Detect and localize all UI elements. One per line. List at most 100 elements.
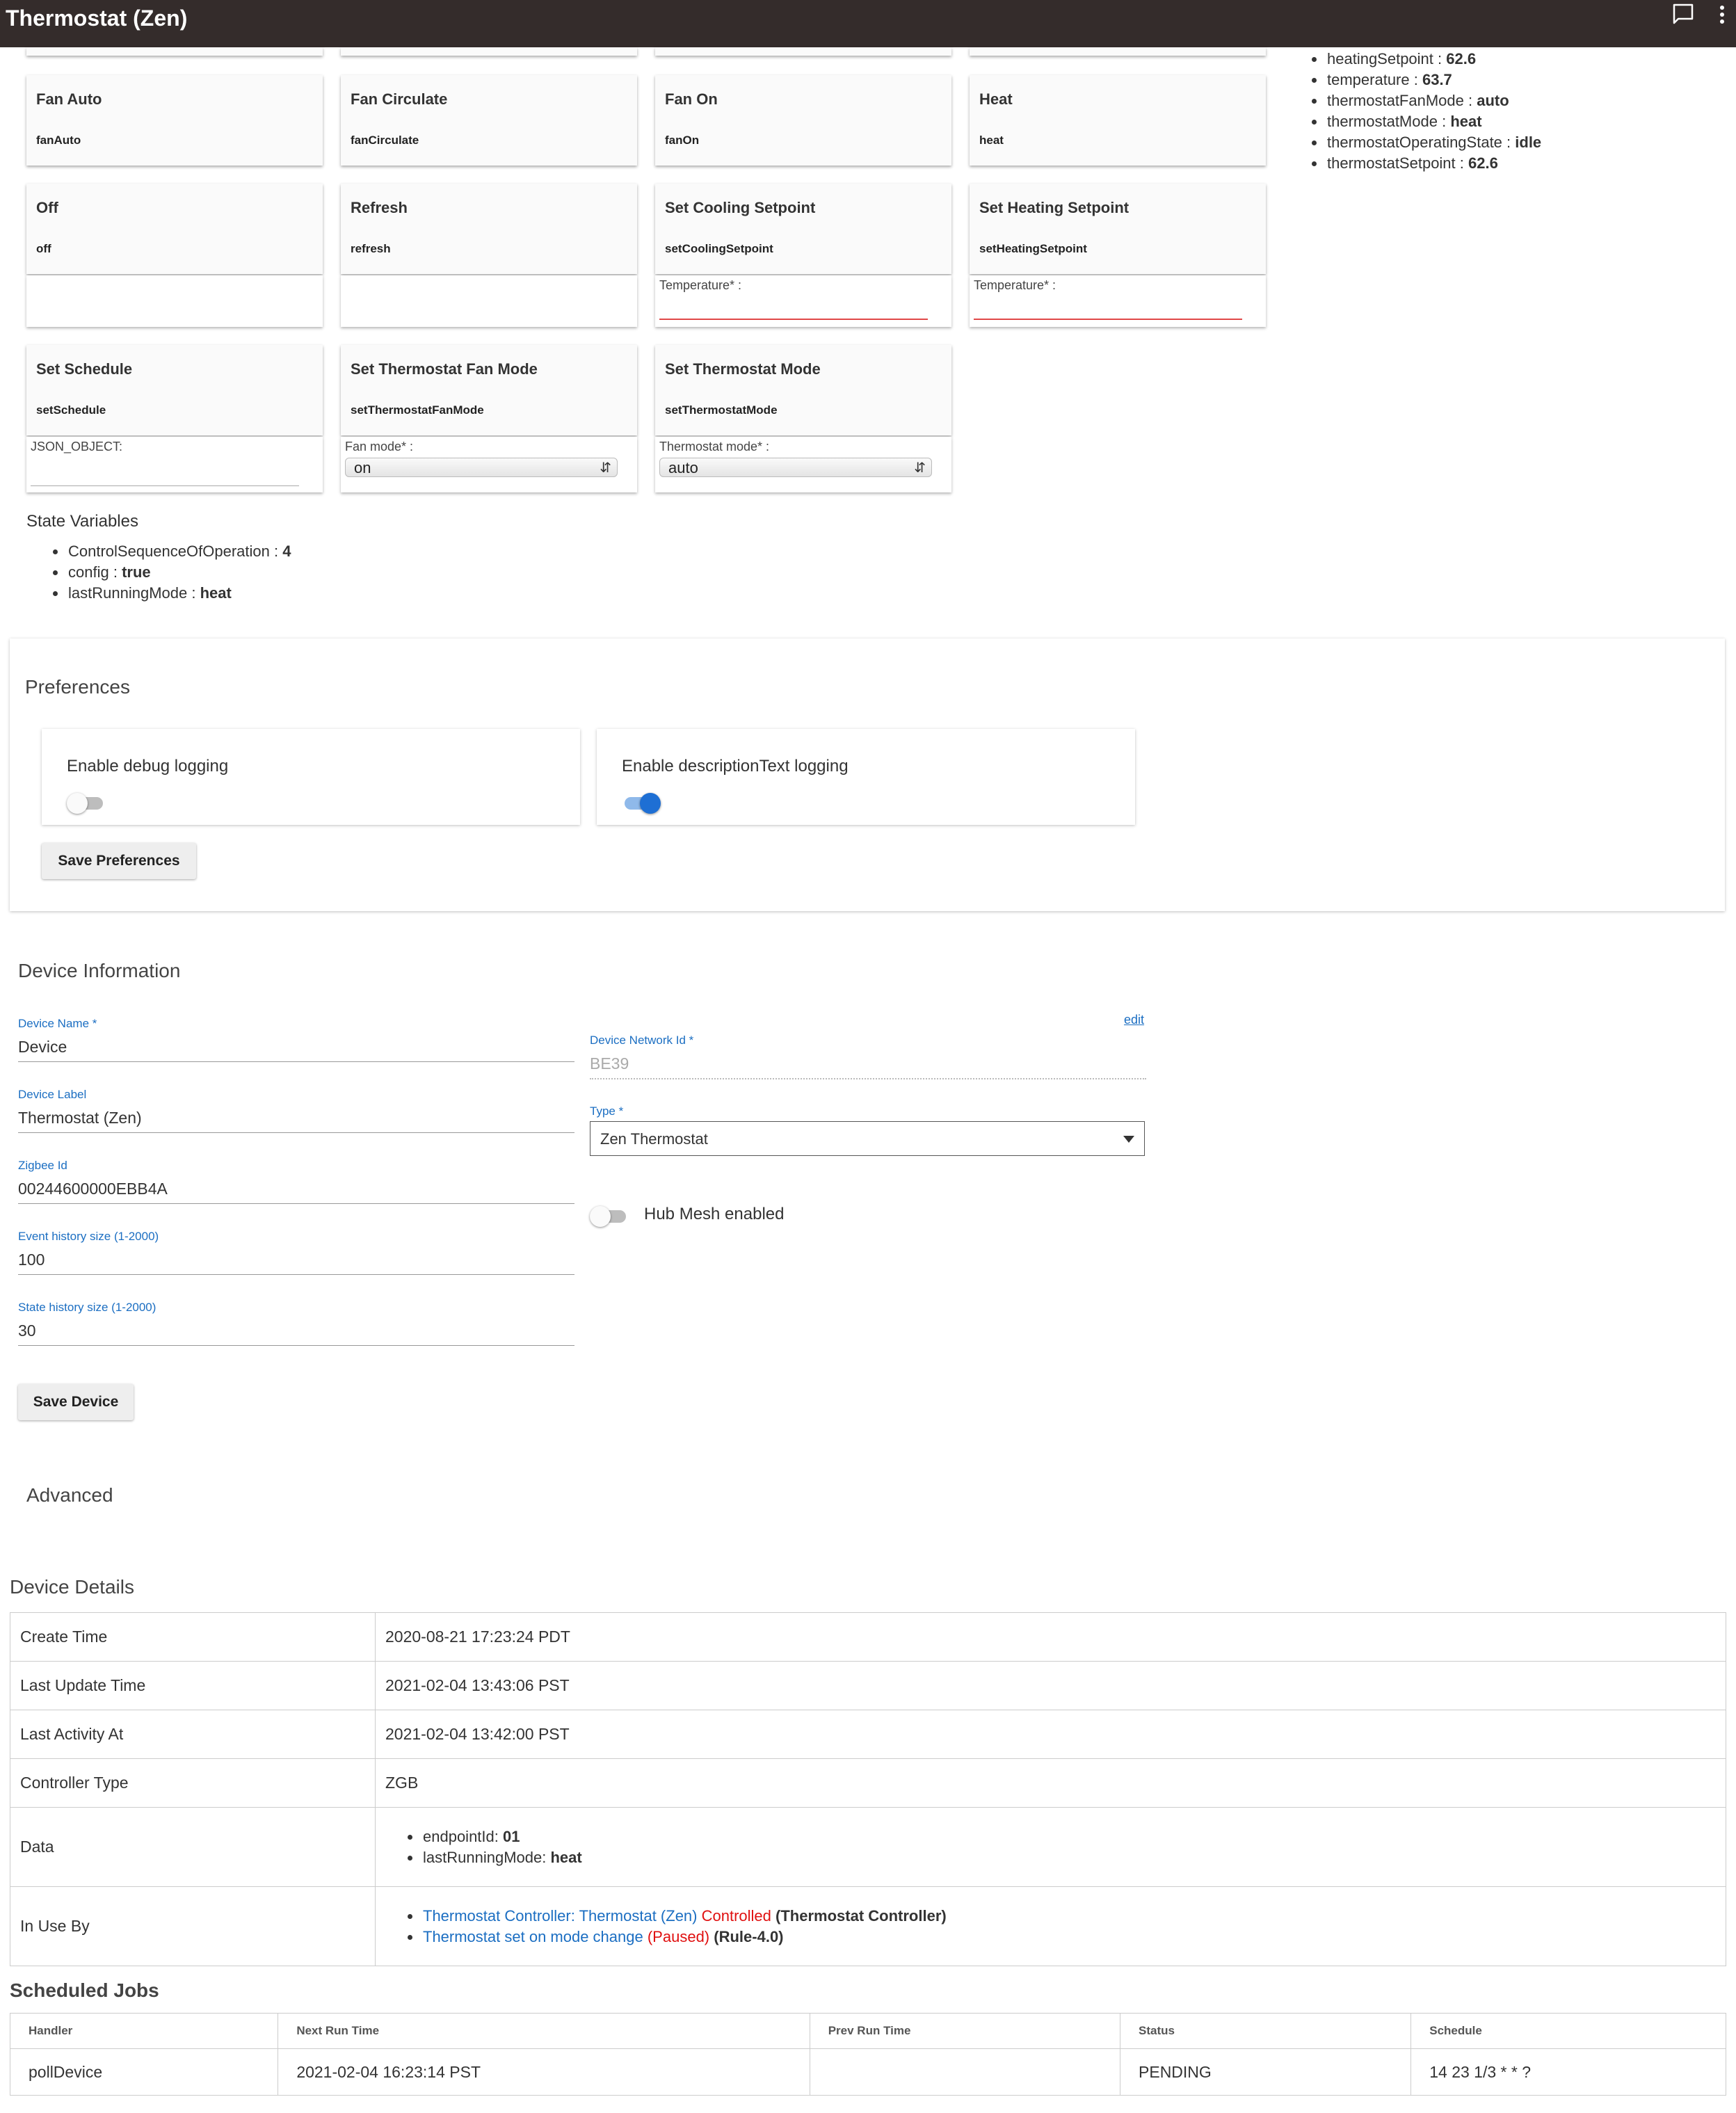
job-cell: PENDING: [1120, 2048, 1412, 2096]
column-header: Handler: [9, 2013, 279, 2049]
description-logging-label: Enable descriptionText logging: [622, 757, 849, 776]
table-row: Data endpointId: 01 lastRunningMode: heat: [10, 1807, 1726, 1887]
job-cell: 2021-02-04 16:23:14 PST: [278, 2048, 810, 2096]
network-id-field: BE39: [590, 1054, 629, 1072]
table-row: Create Time 2020-08-21 17:23:24 PDT: [10, 1612, 1726, 1662]
data-list: endpointId: 01 lastRunningMode: heat: [385, 1826, 1716, 1868]
list-item: thermostatFanMode : auto: [1308, 90, 1541, 111]
command-fan-on[interactable]: Fan On fanOn: [655, 75, 951, 166]
command-set-heating-setpoint[interactable]: Set Heating Setpoint setHeatingSetpoint: [970, 184, 1266, 274]
hub-mesh-toggle[interactable]: [590, 1203, 629, 1228]
list-item: config : true: [49, 562, 291, 583]
fan-mode-param-label: Fan mode* :: [345, 440, 414, 453]
list-item: ControlSequenceOfOperation : 4: [49, 541, 291, 562]
table-row: In Use By Thermostat Controller: Thermos…: [10, 1886, 1726, 1966]
fan-mode-select[interactable]: on ⇵: [345, 458, 618, 477]
create-time-value: 2020-08-21 17:23:24 PDT: [375, 1612, 1726, 1662]
chat-icon[interactable]: [1672, 3, 1694, 25]
data-key: endpointId:: [423, 1827, 503, 1845]
last-update-label: Last Update Time: [10, 1661, 376, 1710]
command-set-schedule[interactable]: Set Schedule setSchedule: [26, 345, 323, 435]
description-logging-toggle[interactable]: [622, 790, 661, 815]
column-header: Schedule: [1410, 2013, 1726, 2049]
job-cell: [809, 2048, 1121, 2096]
state-key: thermostatOperatingState: [1327, 134, 1502, 151]
thermostat-mode-select[interactable]: auto ⇵: [659, 458, 932, 477]
list-item: lastRunningMode: heat: [403, 1847, 1716, 1868]
job-cell: 14 23 1/3 * * ?: [1410, 2048, 1726, 2096]
page-title: Thermostat (Zen): [6, 6, 188, 31]
in-use-type: (Rule-4.0): [714, 1927, 784, 1945]
state-key: thermostatSetpoint: [1327, 154, 1456, 172]
zigbee-id-field[interactable]: 00244600000EBB4A: [18, 1180, 168, 1198]
command-heat[interactable]: Heat heat: [970, 75, 1266, 166]
temperature-param-label: Temperature* :: [974, 278, 1056, 292]
state-variable-key: lastRunningMode: [68, 584, 188, 602]
type-label: Type *: [590, 1104, 624, 1118]
command-set-thermostat-mode[interactable]: Set Thermostat Mode setThermostatMode: [655, 345, 951, 435]
state-history-field[interactable]: 30: [18, 1321, 36, 1340]
table-header-row: Handler Next Run Time Prev Run Time Status S…: [9, 2013, 1726, 2049]
device-label-label: Device Label: [18, 1088, 87, 1101]
preferences-title: Preferences: [25, 676, 130, 698]
state-value: 63.7: [1422, 71, 1452, 88]
create-time-label: Create Time: [10, 1612, 376, 1662]
fan-mode-params: Fan mode* : on ⇵: [341, 437, 637, 492]
table-row: Controller Type ZGB: [10, 1758, 1726, 1808]
dropdown-arrow-icon: [1123, 1136, 1134, 1143]
temperature-input[interactable]: [659, 319, 928, 320]
pref-description-logging: Enable descriptionText logging: [597, 729, 1135, 825]
state-variables-list: ControlSequenceOfOperation : 4 config : t…: [49, 541, 291, 604]
data-label: Data: [10, 1807, 376, 1887]
json-object-input[interactable]: [31, 485, 299, 486]
column-header: Status: [1120, 2013, 1412, 2049]
command-refresh-params: [341, 275, 637, 327]
command-set-thermostat-fan-mode[interactable]: Set Thermostat Fan Mode setThermostatFan…: [341, 345, 637, 435]
list-item: Thermostat set on mode change (Paused) (…: [403, 1927, 1716, 1947]
controller-type-value: ZGB: [375, 1758, 1726, 1808]
state-value: idle: [1515, 134, 1542, 151]
device-name-field[interactable]: Device: [18, 1038, 67, 1056]
command-fan-auto[interactable]: Fan Auto fanAuto: [26, 75, 323, 166]
device-label-field[interactable]: Thermostat (Zen): [18, 1109, 142, 1127]
command-card-partial: [655, 47, 951, 56]
save-device-button[interactable]: Save Device: [18, 1384, 134, 1420]
hub-mesh-label: Hub Mesh enabled: [644, 1205, 785, 1223]
debug-logging-toggle[interactable]: [67, 790, 106, 815]
save-preferences-button[interactable]: Save Preferences: [42, 843, 196, 879]
scheduled-jobs-table: Handler Next Run Time Prev Run Time Status S…: [9, 2013, 1726, 2096]
table-row: pollDevice 2021-02-04 16:23:14 PST PENDING…: [9, 2048, 1726, 2096]
pref-debug-logging: Enable debug logging: [42, 729, 580, 825]
state-history-label: State history size (1-2000): [18, 1301, 156, 1314]
command-set-cooling-setpoint[interactable]: Set Cooling Setpoint setCoolingSetpoint: [655, 184, 951, 274]
in-use-app-link[interactable]: Thermostat Controller: Thermostat (Zen): [423, 1907, 698, 1925]
list-item: Thermostat Controller: Thermostat (Zen) …: [403, 1906, 1716, 1927]
network-id-underline: [590, 1078, 1146, 1079]
command-off[interactable]: Off off: [26, 184, 323, 274]
cooling-setpoint-params: Temperature* :: [655, 275, 951, 327]
type-select[interactable]: Zen Thermostat: [590, 1121, 1145, 1156]
state-value: 62.6: [1468, 154, 1498, 172]
more-vert-icon[interactable]: [1718, 4, 1726, 26]
table-row: Last Update Time 2021-02-04 13:43:06 PST: [10, 1661, 1726, 1710]
command-refresh[interactable]: Refresh refresh: [341, 184, 637, 274]
in-use-app-link[interactable]: Thermostat set on mode change: [423, 1928, 643, 1945]
app-header: Thermostat (Zen): [0, 0, 1736, 47]
temperature-input[interactable]: [974, 319, 1242, 320]
in-use-status: Controlled: [701, 1906, 771, 1925]
select-arrows-icon: ⇵: [914, 460, 926, 476]
controller-type-label: Controller Type: [10, 1758, 376, 1808]
event-history-label: Event history size (1-2000): [18, 1230, 159, 1243]
debug-logging-label: Enable debug logging: [67, 757, 229, 776]
zigbee-id-label: Zigbee Id: [18, 1159, 67, 1172]
toggle-knob: [590, 1206, 611, 1227]
in-use-status: (Paused): [647, 1927, 710, 1945]
list-item: endpointId: 01: [403, 1826, 1716, 1847]
event-history-field[interactable]: 100: [18, 1251, 45, 1269]
command-fan-circulate[interactable]: Fan Circulate fanCirculate: [341, 75, 637, 166]
advanced-toggle[interactable]: Advanced: [26, 1484, 113, 1507]
device-information-title: Device Information: [18, 960, 181, 981]
in-use-list: Thermostat Controller: Thermostat (Zen) …: [385, 1906, 1716, 1947]
edit-link[interactable]: edit: [1124, 1013, 1144, 1027]
state-key: heatingSetpoint: [1327, 50, 1433, 67]
